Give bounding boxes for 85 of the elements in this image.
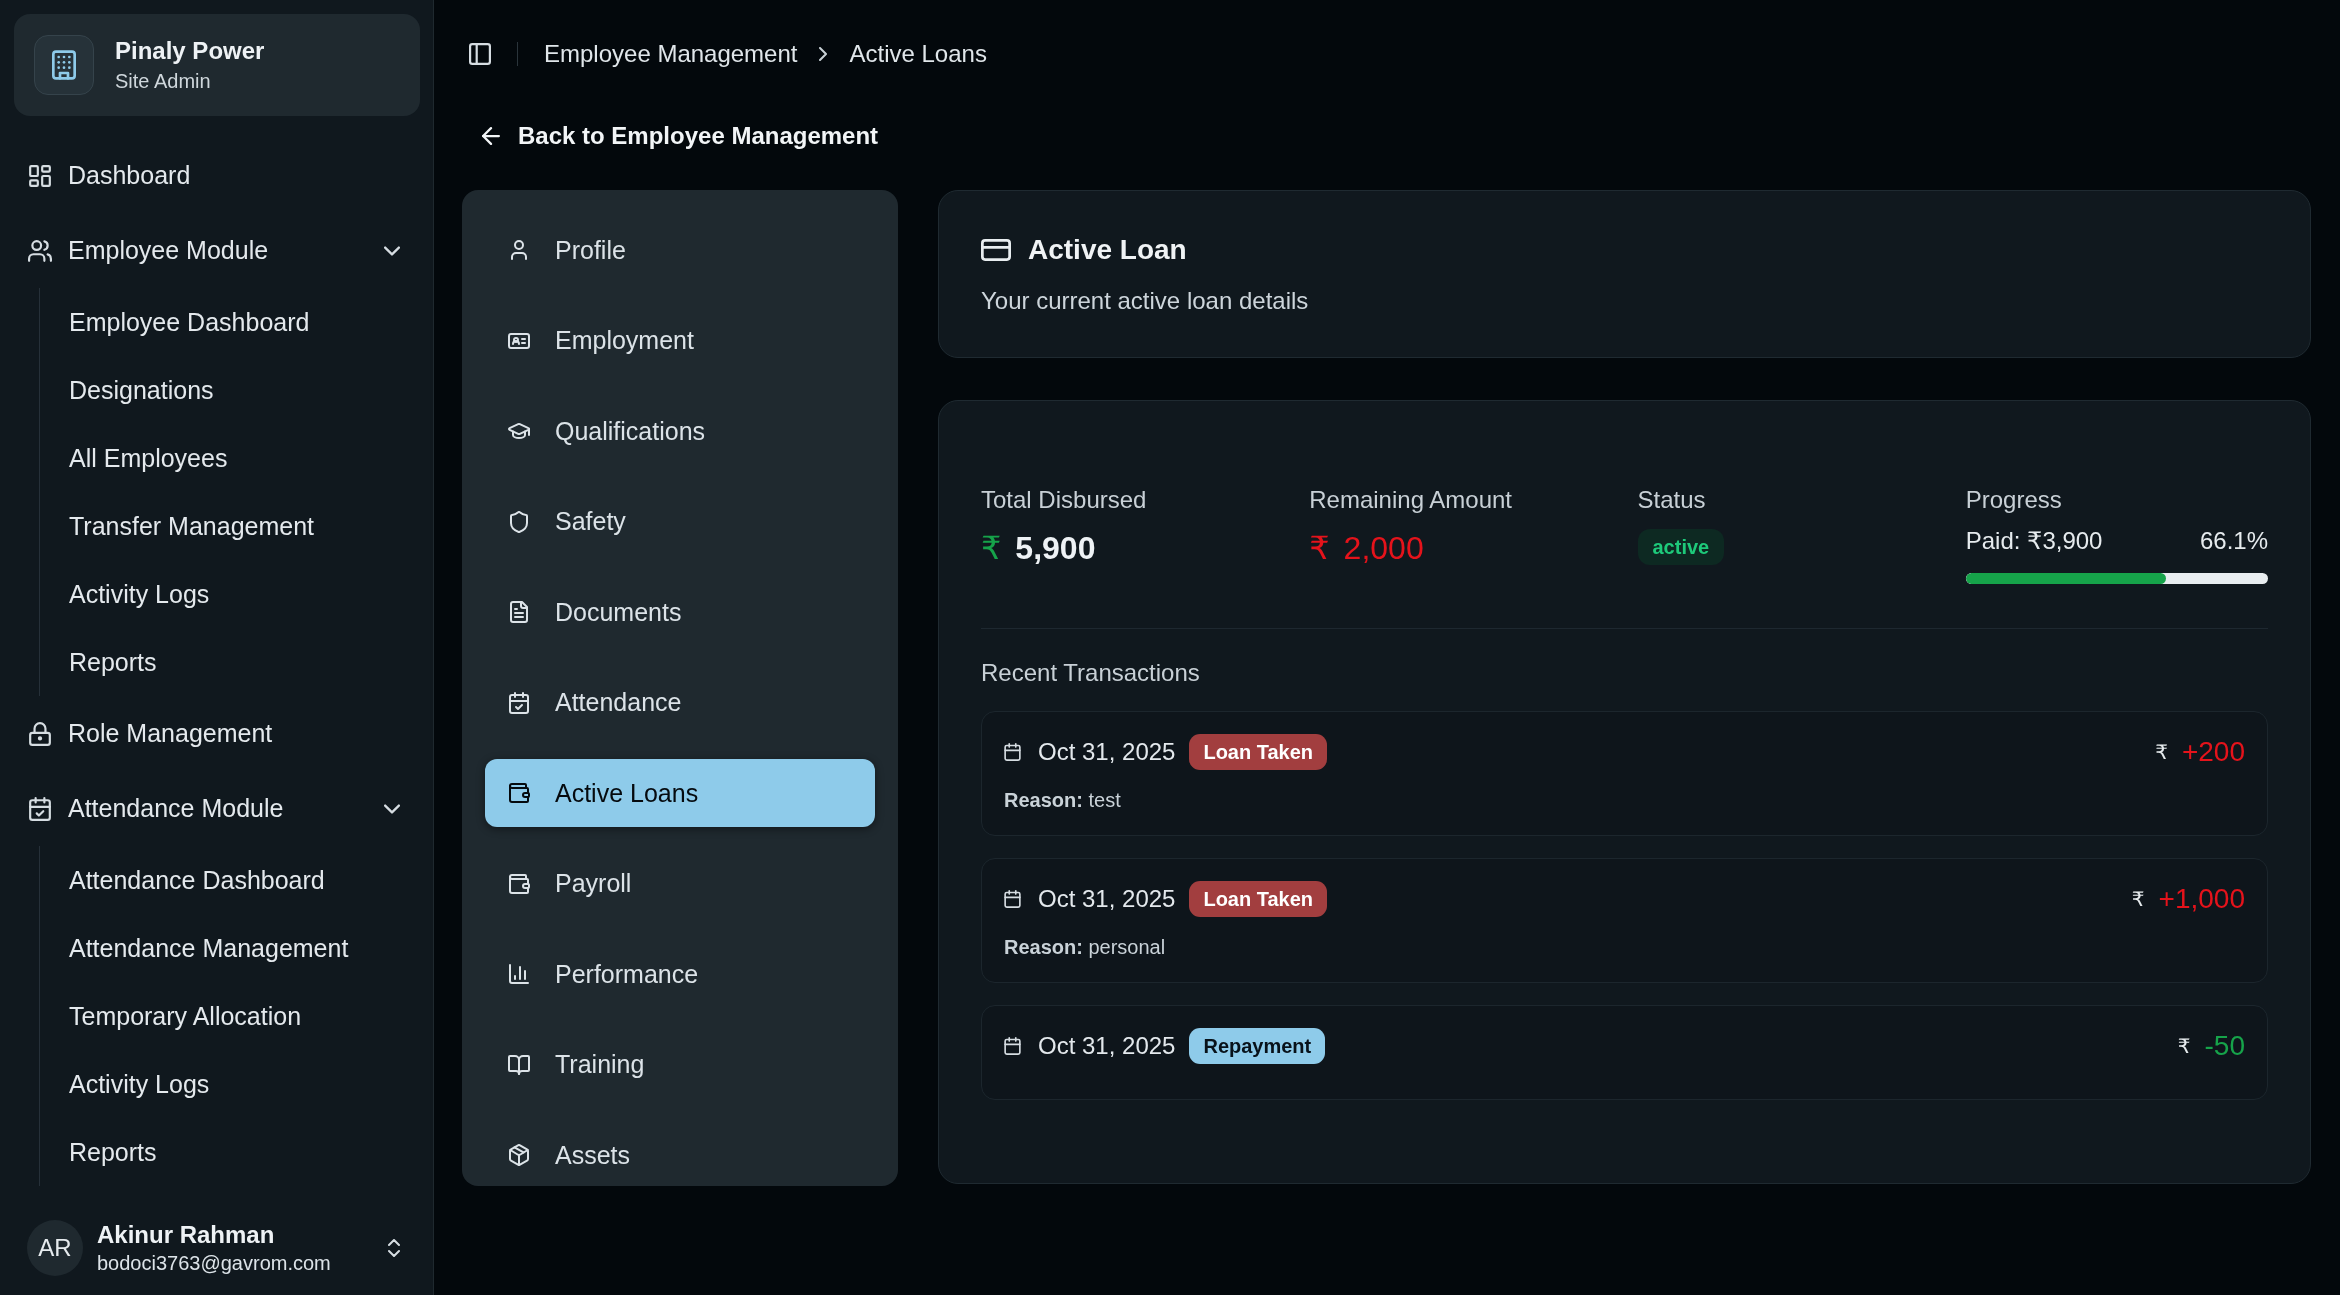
currency-symbol: ₹: [2177, 1034, 2191, 1058]
calendar-icon: [1004, 890, 1021, 908]
box-icon: [508, 1144, 530, 1166]
profile-nav-item[interactable]: Performance: [485, 940, 875, 1008]
profile-nav-item[interactable]: Payroll: [485, 849, 875, 918]
transaction-reason: Reason: test: [1004, 788, 1122, 813]
person-icon: [508, 239, 530, 261]
card-subtitle: Your current active loan details: [981, 286, 1310, 316]
type-badge: Loan Taken: [1189, 881, 1328, 917]
transaction-amount: -50: [2204, 1030, 2245, 1062]
stat-value: 2,000: [1343, 529, 1424, 567]
avatar: AR: [27, 1219, 83, 1276]
transaction-amount: +200: [2181, 736, 2245, 768]
bar-chart-icon: [508, 963, 530, 985]
sidebar-item[interactable]: Attendance Module: [28, 786, 400, 831]
sidebar-subitem[interactable]: Activity Logs: [69, 576, 210, 612]
chevrons-up-down-icon[interactable]: [388, 1238, 400, 1257]
currency-symbol: ₹: [2155, 740, 2168, 764]
breadcrumb-link[interactable]: Employee Management: [544, 40, 798, 68]
document-icon: [508, 601, 530, 623]
chevron-right-icon: [819, 47, 828, 61]
sidebar-subitem[interactable]: Reports: [69, 1134, 157, 1170]
user-name: Akinur Rahman: [97, 1219, 276, 1250]
calendar-icon: [1004, 1037, 1021, 1055]
stat-label: Total Disbursed: [981, 485, 1148, 515]
calendar-icon: [1004, 743, 1021, 761]
transaction-reason: Reason: personal: [1004, 935, 1167, 960]
grid-icon: [28, 163, 52, 188]
users-icon: [28, 238, 52, 263]
shield-icon: [508, 510, 530, 533]
profile-nav-item[interactable]: Safety: [485, 487, 875, 556]
sidebar-item[interactable]: Dashboard: [28, 153, 191, 198]
status-badge: active: [1637, 529, 1725, 565]
brand-card[interactable]: Pinaly Power Site Admin: [14, 14, 420, 116]
back-link[interactable]: Back to Employee Management: [462, 122, 879, 150]
graduation-cap-icon: [508, 420, 530, 442]
currency-symbol: ₹: [2131, 887, 2145, 911]
progress-percent: 66.1%: [2199, 528, 2268, 554]
section-heading: Recent Transactions: [981, 658, 1200, 688]
profile-nav-item[interactable]: Employment: [485, 306, 875, 375]
building-icon: [34, 35, 94, 95]
card-title: Active Loan: [1028, 234, 1187, 266]
sidebar-subitem[interactable]: Designations: [69, 372, 214, 408]
wallet-icon: [508, 872, 530, 895]
user-email: bodoci3763@gavrom.com: [97, 1250, 332, 1276]
currency-symbol: ₹: [981, 529, 1002, 567]
profile-nav-item[interactable]: Training: [485, 1030, 875, 1099]
stat-label: Progress: [1965, 485, 2063, 515]
book-icon: [508, 1053, 530, 1076]
credit-card-icon: [981, 239, 1011, 261]
lock-icon: [28, 721, 52, 746]
type-badge: Repayment: [1189, 1028, 1326, 1064]
profile-nav-item[interactable]: Documents: [485, 578, 875, 646]
sidebar-item[interactable]: Employee Module: [28, 228, 400, 273]
calendar-check-icon: [508, 691, 530, 714]
sidebar-subitem[interactable]: All Employees: [69, 440, 228, 476]
wallet-icon: [508, 782, 530, 804]
currency-symbol: ₹: [1309, 529, 1330, 567]
profile-nav-item[interactable]: Active Loans: [485, 759, 875, 827]
profile-nav-item[interactable]: Assets: [485, 1121, 875, 1186]
stat-label: Remaining Amount: [1309, 485, 1514, 515]
breadcrumb-current: Active Loans: [849, 40, 987, 68]
transaction-amount: +1,000: [2158, 883, 2245, 915]
sidebar-subitem[interactable]: Attendance Management: [69, 930, 349, 966]
brand-name: Pinaly Power: [115, 36, 265, 66]
sidebar-subitem[interactable]: Activity Logs: [69, 1066, 210, 1102]
panel-icon[interactable]: [469, 43, 491, 65]
profile-nav-item[interactable]: Attendance: [485, 668, 875, 737]
sidebar-subitem[interactable]: Reports: [69, 644, 157, 680]
transaction-date: Oct 31, 2025: [1038, 1032, 1176, 1060]
calendar-check-icon: [28, 796, 52, 821]
profile-nav-item[interactable]: Profile: [485, 216, 875, 284]
stat-label: Status: [1637, 485, 1707, 515]
transaction-date: Oct 31, 2025: [1038, 738, 1176, 766]
sidebar-subitem[interactable]: Temporary Allocation: [69, 998, 302, 1034]
profile-nav-item[interactable]: Qualifications: [485, 397, 875, 465]
sidebar-subitem[interactable]: Attendance Dashboard: [69, 862, 325, 898]
paid-amount: Paid: ₹3,900: [1965, 528, 2103, 554]
stat-value: 5,900: [1015, 529, 1096, 567]
type-badge: Loan Taken: [1189, 734, 1328, 770]
sidebar-subitem[interactable]: Transfer Management: [69, 508, 315, 544]
transaction-date: Oct 31, 2025: [1038, 885, 1176, 913]
sidebar-item[interactable]: Role Management: [28, 711, 273, 756]
brand-role: Site Admin: [115, 69, 212, 94]
sidebar-subitem[interactable]: Employee Dashboard: [69, 304, 310, 340]
